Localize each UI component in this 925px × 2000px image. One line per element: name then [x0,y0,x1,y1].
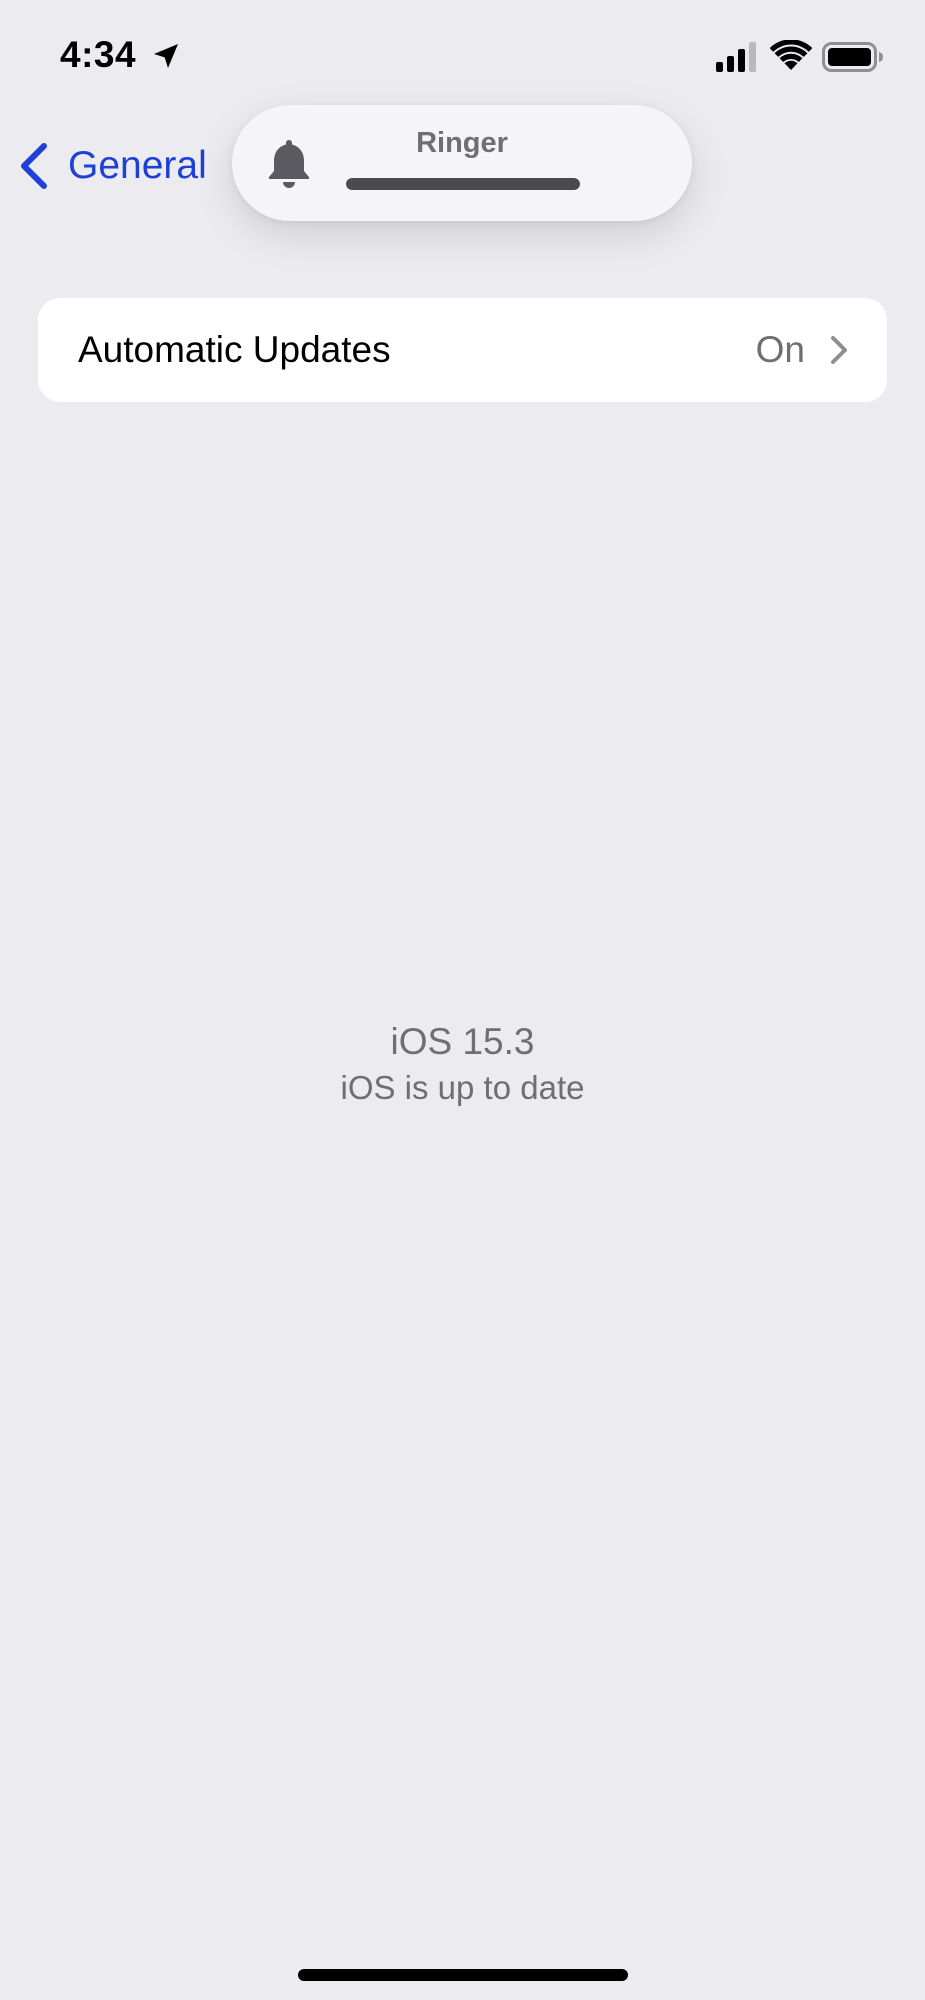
chevron-right-icon [831,336,847,364]
location-arrow-icon [154,44,178,68]
cellular-signal-icon [716,42,756,72]
wifi-icon [770,40,812,70]
back-label: General [68,144,207,187]
software-version-block: iOS 15.3 iOS is up to date [0,1018,925,1110]
automatic-updates-row[interactable]: Automatic Updates On [38,298,887,402]
ringer-volume-track [346,178,580,190]
ringer-hud: Ringer [232,105,692,221]
automatic-updates-value: On [755,329,805,370]
automatic-updates-label: Automatic Updates [78,329,391,370]
update-status: iOS is up to date [340,1069,585,1106]
ios-version: iOS 15.3 [390,1021,535,1062]
back-button[interactable]: General [18,138,207,194]
home-indicator[interactable] [298,1969,628,1981]
status-time: 4:34 [60,34,137,75]
battery-icon [822,42,883,72]
ringer-volume-fill [346,178,580,190]
chevron-left-icon [21,143,47,189]
status-bar: 4:34 [0,0,925,110]
ringer-label: Ringer [416,127,508,159]
settings-group: Automatic Updates On [38,298,887,402]
